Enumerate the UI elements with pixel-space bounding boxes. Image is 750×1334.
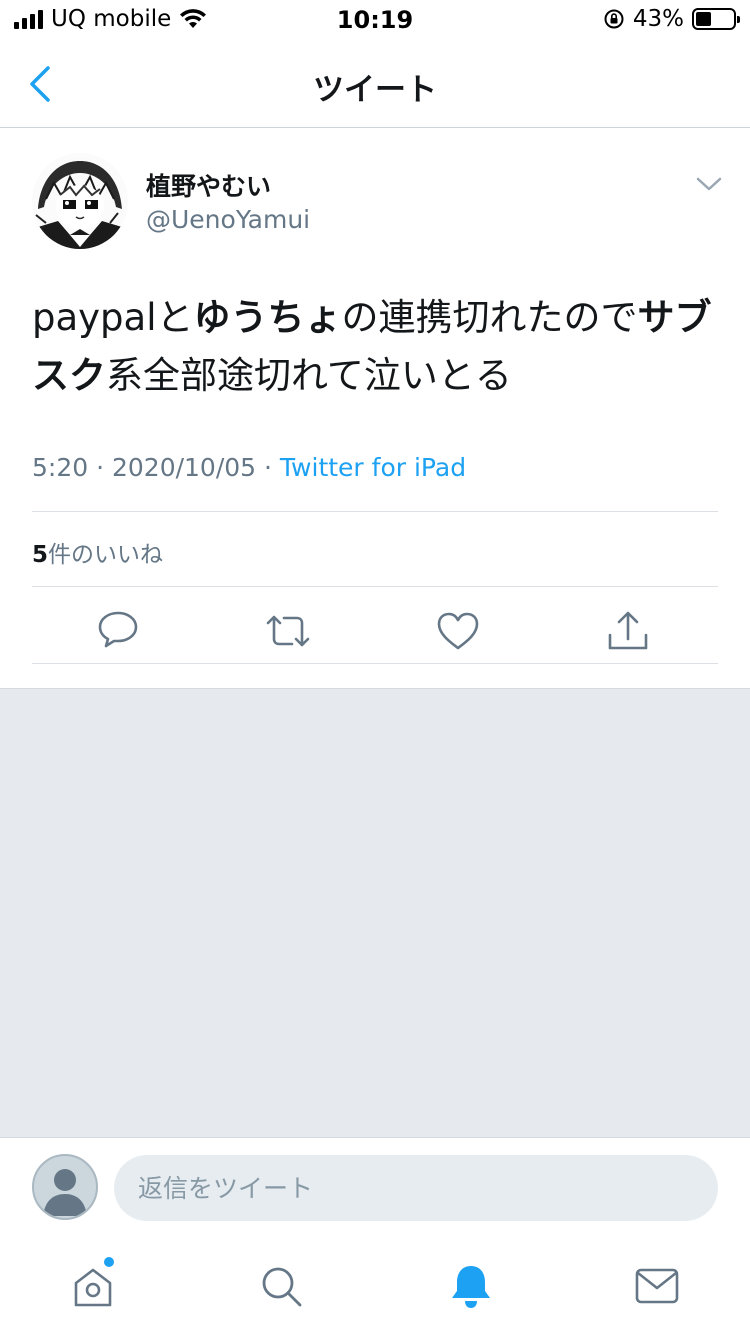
divider bbox=[32, 511, 718, 512]
reply-input[interactable] bbox=[114, 1155, 718, 1221]
share-button[interactable] bbox=[600, 603, 656, 659]
retweet-icon bbox=[266, 615, 310, 647]
my-avatar[interactable] bbox=[32, 1154, 98, 1220]
user-handle[interactable]: @UenoYamui bbox=[146, 205, 310, 234]
bell-icon bbox=[452, 1266, 490, 1308]
tweet-menu-button[interactable] bbox=[694, 169, 724, 199]
reply-button[interactable] bbox=[90, 603, 146, 659]
battery-fill bbox=[696, 12, 712, 26]
status-bar: UQ mobile 10:19 43% bbox=[0, 0, 750, 40]
display-name[interactable]: 植野やむい bbox=[146, 167, 271, 203]
tweet-text: paypalとゆうちょの連携切れたのでサブスク系全部途切れて泣いとる bbox=[32, 289, 722, 405]
envelope-icon bbox=[635, 1268, 679, 1304]
status-right: 43% bbox=[603, 6, 740, 32]
tab-home[interactable] bbox=[68, 1257, 118, 1311]
reply-icon bbox=[98, 611, 138, 648]
tweet-text-part: 系全部途切れて泣いとる bbox=[106, 354, 512, 397]
tab-bar bbox=[0, 1237, 750, 1334]
avatar-illustration bbox=[32, 153, 128, 249]
search-icon bbox=[262, 1267, 302, 1307]
likes-label: 件のいいね bbox=[48, 542, 164, 568]
tab-search[interactable] bbox=[256, 1261, 306, 1311]
divider bbox=[32, 586, 718, 587]
home-icon bbox=[74, 1268, 112, 1307]
battery-icon bbox=[692, 8, 740, 30]
default-avatar-icon bbox=[43, 1169, 87, 1216]
nav-header: ツイート bbox=[0, 40, 750, 128]
share-icon bbox=[608, 611, 648, 650]
retweet-button[interactable] bbox=[260, 603, 316, 659]
tab-messages[interactable] bbox=[632, 1261, 682, 1311]
tweet-date: 2020/10/05 bbox=[111, 453, 257, 482]
likes-number: 5 bbox=[32, 542, 49, 568]
page-title: ツイート bbox=[313, 72, 437, 108]
tweet-source-link[interactable]: Twitter for iPad bbox=[280, 453, 466, 482]
avatar[interactable] bbox=[32, 153, 128, 249]
tweet-actions bbox=[32, 603, 718, 659]
likes-count[interactable]: 5件のいいね bbox=[32, 535, 163, 569]
tweet-detail: 植野やむい @UenoYamui paypalとゆうちょの連携切れたのでサブスク… bbox=[0, 129, 750, 688]
empty-background bbox=[0, 688, 750, 1137]
reply-composer bbox=[0, 1137, 750, 1237]
like-button[interactable] bbox=[430, 603, 486, 659]
tweet-text-part: の連携切れたので bbox=[341, 296, 638, 339]
tweet-time: 5:20 bbox=[32, 453, 89, 482]
tweet-text-emphasis: ゆうちょ bbox=[193, 296, 342, 339]
divider bbox=[32, 663, 718, 664]
chevron-down-icon bbox=[696, 177, 722, 191]
heart-icon bbox=[437, 612, 479, 650]
battery-percent: 43% bbox=[632, 6, 684, 32]
tab-notifications[interactable] bbox=[446, 1261, 496, 1311]
tweet-text-part: paypalと bbox=[32, 296, 194, 339]
tweet-meta: 5:20 · 2020/10/05 · Twitter for iPad bbox=[32, 453, 467, 482]
orientation-lock-icon bbox=[604, 9, 624, 29]
new-tweets-indicator bbox=[104, 1257, 114, 1267]
